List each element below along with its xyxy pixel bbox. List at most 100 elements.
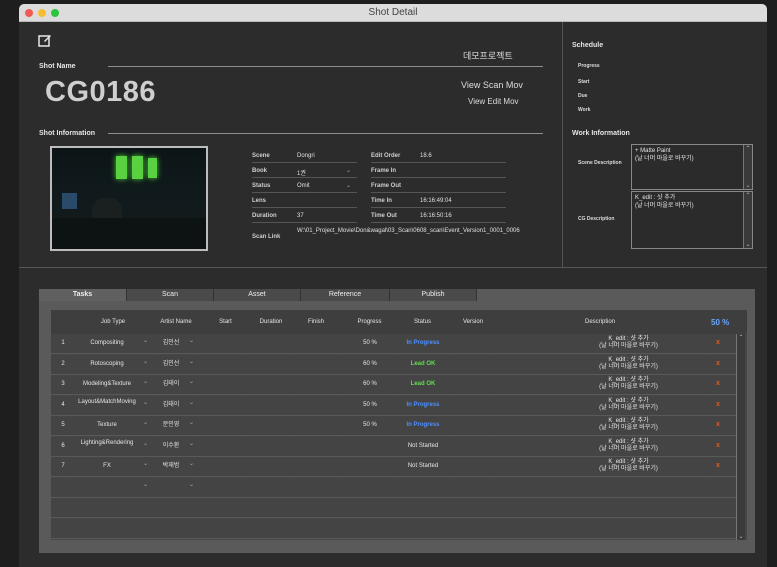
chevron-down-icon[interactable]: ⌄	[189, 460, 194, 467]
delete-row-button[interactable]: x	[716, 360, 724, 367]
chevron-down-icon[interactable]: ⌄	[143, 419, 148, 426]
book-select[interactable]: 1권	[297, 168, 306, 177]
chevron-down-icon[interactable]: ⌄	[189, 337, 194, 344]
progress-value[interactable]: 50 %	[349, 402, 391, 409]
tab-scan[interactable]: Scan	[127, 289, 214, 301]
header-artist-name[interactable]: Artist Name	[150, 319, 202, 325]
chevron-down-icon[interactable]: ⌄	[143, 358, 148, 365]
scene-value[interactable]: Dongri	[297, 153, 315, 159]
scroll-down-icon[interactable]: ⌄	[744, 182, 752, 189]
scroll-up-icon[interactable]: ⌃	[744, 145, 752, 152]
scene-description-scrollbar[interactable]: ⌃ ⌄	[743, 145, 752, 189]
status-badge[interactable]: Not Started	[396, 463, 450, 470]
table-row[interactable]: 6 Lighting&Rendering ⌄ 이수환 ⌄ Not Started K_edi…	[51, 436, 736, 457]
scan-link-value[interactable]: W:\01_Project_Movie\Don&wagal\03_Scan\06…	[297, 228, 520, 235]
scroll-up-icon[interactable]: ⌃	[737, 334, 745, 341]
delete-row-button[interactable]: x	[716, 442, 724, 449]
artist-select[interactable]: 김태이	[154, 402, 188, 409]
edit-order-value[interactable]: 18.6	[420, 153, 432, 159]
artist-select[interactable]: 김태이	[154, 381, 188, 388]
view-scan-mov-link[interactable]: View Scan Mov	[461, 80, 523, 90]
scroll-up-icon[interactable]: ⌃	[744, 192, 752, 199]
book-chevron-down-icon[interactable]: ⌄	[346, 167, 351, 174]
scene-description-field[interactable]: + Matte Paint (날 너머 마을로 바꾸기)	[631, 144, 753, 190]
header-version[interactable]: Version	[452, 319, 494, 325]
job-type-select[interactable]: Compositing	[73, 340, 141, 347]
empty-table-row[interactable]	[51, 518, 736, 539]
artist-select[interactable]: 박재범	[154, 463, 188, 470]
delete-row-button[interactable]: x	[716, 462, 724, 469]
header-progress[interactable]: Progress	[347, 319, 392, 325]
job-type-select[interactable]: Lighting&Rendering	[73, 440, 141, 447]
status-badge[interactable]: Not Started	[396, 443, 450, 450]
header-finish[interactable]: Finish	[297, 319, 335, 325]
description-line-2: (날 너머 마을로 바꾸기)	[599, 445, 658, 452]
delete-row-button[interactable]: x	[716, 380, 724, 387]
chevron-down-icon[interactable]: ⌄	[143, 378, 148, 385]
progress-value[interactable]: 50 %	[349, 340, 391, 347]
cg-description-scrollbar[interactable]: ⌃ ⌄	[743, 192, 752, 248]
progress-value[interactable]: 60 %	[349, 381, 391, 388]
job-type-select[interactable]: Layout&MatchMoving	[73, 399, 141, 406]
table-row[interactable]: 4 Layout&MatchMoving ⌄ 김태이 ⌄ 50 % In Progress K…	[51, 395, 736, 416]
job-type-select[interactable]: FX	[73, 463, 141, 470]
artist-select[interactable]: 이수환	[154, 443, 188, 450]
tab-publish[interactable]: Publish	[390, 289, 477, 301]
tasks-table-scrollbar[interactable]: ⌃ ⌄	[736, 334, 745, 540]
tab-tasks[interactable]: Tasks	[39, 289, 127, 301]
progress-value[interactable]: 50 %	[349, 422, 391, 429]
header-duration[interactable]: Duration	[250, 319, 292, 325]
table-row[interactable]: 5 Texture ⌄ 문민영 ⌄ 50 % In Progress K_edit : 샷 추…	[51, 416, 736, 436]
table-row[interactable]: 2 Rotoscoping ⌄ 김민선 ⌄ 60 % Lead OK K_edit : 샷 추…	[51, 354, 736, 375]
cg-description-field[interactable]: K_edit : 샷 추가 (날 너머 마을로 바꾸기)	[631, 191, 753, 249]
chevron-down-icon[interactable]: ⌄	[143, 440, 148, 447]
chevron-down-icon[interactable]: ⌄	[143, 337, 148, 344]
chevron-down-icon[interactable]: ⌄	[189, 419, 194, 426]
time-out-value[interactable]: 16:16:50:16	[420, 213, 452, 219]
chevron-down-icon[interactable]: ⌄	[189, 481, 194, 488]
status-badge[interactable]: Lead OK	[396, 361, 450, 368]
tab-asset[interactable]: Asset	[214, 289, 301, 301]
status-badge[interactable]: Lead OK	[396, 381, 450, 388]
artist-select[interactable]: 김민선	[154, 361, 188, 368]
shot-name-divider	[108, 66, 543, 67]
status-badge[interactable]: In Progress	[396, 402, 450, 409]
chevron-down-icon[interactable]: ⌄	[189, 358, 194, 365]
header-job-type[interactable]: Job Type	[85, 319, 141, 325]
header-description[interactable]: Description	[560, 319, 640, 325]
delete-row-button[interactable]: x	[716, 339, 724, 346]
header-start[interactable]: Start	[208, 319, 243, 325]
job-type-select[interactable]: Texture	[73, 422, 141, 429]
table-row[interactable]: 3 Modeling&Texture ⌄ 김태이 ⌄ 60 % Lead OK K_edit …	[51, 375, 736, 395]
header-status[interactable]: Status	[400, 319, 445, 325]
chevron-down-icon[interactable]: ⌄	[143, 399, 148, 406]
chevron-down-icon[interactable]: ⌄	[189, 440, 194, 447]
progress-value[interactable]: 60 %	[349, 361, 391, 368]
status-badge[interactable]: In Progress	[396, 340, 450, 347]
delete-row-button[interactable]: x	[716, 401, 724, 408]
status-badge[interactable]: In Progress	[396, 422, 450, 429]
shot-thumbnail[interactable]	[50, 146, 208, 251]
chevron-down-icon[interactable]: ⌄	[143, 481, 148, 488]
scroll-down-icon[interactable]: ⌄	[744, 241, 752, 248]
tab-reference[interactable]: Reference	[301, 289, 390, 301]
scroll-down-icon[interactable]: ⌄	[737, 533, 745, 540]
chevron-down-icon[interactable]: ⌄	[189, 399, 194, 406]
chevron-down-icon[interactable]: ⌄	[143, 460, 148, 467]
empty-table-row[interactable]	[51, 498, 736, 518]
chevron-down-icon[interactable]: ⌄	[189, 378, 194, 385]
delete-row-button[interactable]: x	[716, 421, 724, 428]
status-select[interactable]: Omit	[297, 183, 310, 189]
status-chevron-down-icon[interactable]: ⌄	[346, 182, 351, 189]
view-edit-mov-link[interactable]: View Edit Mov	[468, 97, 519, 106]
table-row[interactable]: 7 FX ⌄ 박재범 ⌄ Not Started K_edit : 샷 추가 (날 너머 마을…	[51, 457, 736, 477]
edit-icon[interactable]	[38, 33, 52, 47]
artist-select[interactable]: 김민선	[154, 340, 188, 347]
time-in-value[interactable]: 16:16:49:04	[420, 198, 452, 204]
job-type-select[interactable]: Rotoscoping	[73, 361, 141, 368]
empty-table-row[interactable]: ⌄ ⌄	[51, 477, 736, 498]
artist-select[interactable]: 문민영	[154, 422, 188, 429]
duration-value[interactable]: 37	[297, 213, 304, 219]
table-row[interactable]: 1 Compositing ⌄ 김민선 ⌄ 50 % In Progress K_edit :…	[51, 334, 736, 354]
job-type-select[interactable]: Modeling&Texture	[73, 381, 141, 388]
